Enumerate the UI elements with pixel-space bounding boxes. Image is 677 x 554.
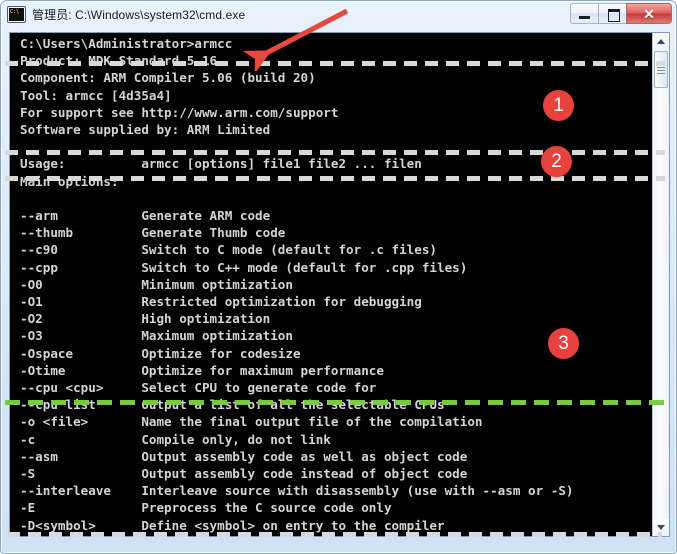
scroll-up-icon[interactable] — [653, 33, 669, 50]
annotation-badge-3: 3 — [548, 328, 579, 359]
minimize-button[interactable] — [570, 3, 598, 24]
grip-line — [657, 73, 665, 74]
caption-buttons: ✕ — [570, 3, 672, 24]
console-icon — [7, 6, 26, 23]
close-button[interactable]: ✕ — [626, 3, 672, 24]
close-icon: ✕ — [643, 5, 655, 22]
annotation-badge-2: 2 — [541, 146, 572, 177]
cmd-window: 管理员: C:\Windows\system32\cmd.exe ✕ C:\Us… — [0, 0, 677, 554]
scrollbar-thumb[interactable] — [654, 51, 668, 88]
annotation-badge-1: 1 — [543, 90, 574, 121]
maximize-button[interactable] — [598, 3, 626, 24]
triangle-up-icon — [657, 39, 665, 44]
grip-line — [657, 70, 665, 71]
triangle-down-icon — [657, 525, 665, 530]
grip-line — [657, 67, 665, 68]
vertical-scrollbar[interactable] — [652, 33, 669, 536]
console-output-text: C:\Users\Administrator>armcc Product: MD… — [20, 36, 574, 536]
window-title: 管理员: C:\Windows\system32\cmd.exe — [32, 8, 246, 22]
scroll-down-icon[interactable] — [653, 519, 669, 536]
